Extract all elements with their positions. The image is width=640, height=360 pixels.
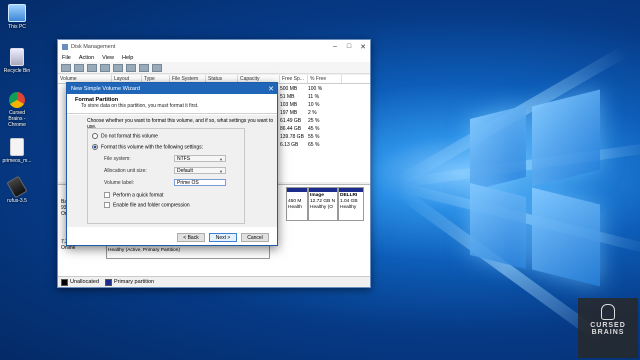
volume-label-label: Volume label: [104, 180, 135, 186]
list-item[interactable]: 86.44 GB 45 % [280, 126, 319, 133]
list-item[interactable]: 103 MB 10 % [280, 102, 319, 109]
toolbar [58, 62, 370, 74]
app-icon [62, 43, 68, 50]
col-percent-free[interactable]: % Free [308, 75, 342, 83]
allocation-size-select[interactable]: Default ▼ [174, 167, 226, 174]
wizard-title: New Simple Volume Wizard [71, 85, 141, 92]
radio-button[interactable] [92, 133, 98, 139]
list-item[interactable]: 500 MB 100 % [280, 86, 322, 93]
col-free-space[interactable]: Free Sp... [280, 75, 308, 83]
menu-file[interactable]: File [58, 55, 75, 61]
forward-icon[interactable] [74, 63, 84, 72]
quick-format-checkbox[interactable]: Perform a quick format [104, 192, 164, 198]
wizard-subheading: To store data on this partition, you mus… [81, 103, 199, 109]
minimize-button[interactable]: – [328, 43, 342, 50]
wizard-body: Choose whether you want to format this v… [67, 115, 277, 227]
help-icon[interactable] [100, 63, 110, 72]
desktop-icon-primeos[interactable]: primeos_m... [2, 138, 32, 164]
maximize-button[interactable]: □ [342, 43, 356, 50]
recycle-bin-icon [10, 48, 24, 66]
format-options-frame: Do not format this volume Format this vo… [87, 128, 245, 224]
file-system-label: File system: [104, 156, 131, 162]
computer-icon [8, 4, 26, 22]
list-item[interactable]: 6.13 GB 65 % [280, 142, 319, 149]
list-item[interactable]: 139.78 GB 55 % [280, 134, 319, 141]
close-icon[interactable]: ✕ [265, 85, 277, 93]
properties-icon[interactable] [87, 63, 97, 72]
radio-button-selected[interactable] [92, 144, 98, 150]
desktop-icon-recycle-bin[interactable]: Recycle Bin [2, 48, 32, 74]
wizard-titlebar[interactable]: New Simple Volume Wizard ✕ [67, 83, 277, 94]
partition-segment[interactable]: Image 12.72 GB N Healthy (O [308, 187, 338, 221]
desktop-icon-chrome[interactable]: Cursed Brains - Chrome [2, 92, 32, 128]
checkbox[interactable] [104, 202, 110, 208]
menu-help[interactable]: Help [118, 55, 137, 61]
partition-segment[interactable]: DELLRI 1.04 GB Healthy [338, 187, 364, 221]
settings-icon[interactable] [152, 63, 162, 72]
wizard-header: Format Partition To store data on this p… [67, 94, 277, 114]
back-icon[interactable] [61, 63, 71, 72]
unallocated-swatch [61, 278, 68, 286]
cursed-brains-logo: CURSED BRAINS [578, 298, 638, 358]
legend: Unallocated Primary partition [58, 276, 370, 287]
list-item[interactable]: 197 MB 2 % [280, 110, 317, 117]
compression-checkbox[interactable]: Enable file and folder compression [104, 202, 190, 208]
next-button[interactable]: Next > [209, 233, 237, 242]
volume-label-input[interactable]: Prime OS [174, 179, 226, 186]
window-titlebar[interactable]: Disk Management – □ ✕ [58, 40, 370, 53]
list-item[interactable]: 61.49 GB 25 % [280, 118, 319, 125]
lightbulb-icon [601, 304, 615, 320]
delete-icon[interactable] [126, 63, 136, 72]
chrome-icon [9, 92, 25, 108]
file-system-select[interactable]: NTFS ▼ [174, 155, 226, 162]
chevron-down-icon: ▼ [219, 157, 223, 162]
check-icon[interactable] [139, 63, 149, 72]
radio-format[interactable]: Format this volume with the following se… [92, 144, 203, 150]
primary-partition-swatch [105, 278, 113, 286]
close-button[interactable]: ✕ [356, 43, 370, 51]
desktop-icon-rufus[interactable]: rufus-3.5 [2, 175, 32, 204]
menu-view[interactable]: View [98, 55, 118, 61]
menu-action[interactable]: Action [75, 55, 98, 61]
cancel-button[interactable]: Cancel [241, 233, 269, 242]
partition-segment[interactable]: 450 M Health [286, 187, 308, 221]
radio-no-format[interactable]: Do not format this volume [92, 133, 158, 139]
desktop-icon-this-pc[interactable]: This PC [2, 4, 32, 30]
wizard-buttons: < Back Next > Cancel [173, 233, 269, 242]
window-title: Disk Management [71, 43, 116, 50]
refresh-icon[interactable] [113, 63, 123, 72]
new-simple-volume-wizard: New Simple Volume Wizard ✕ Format Partit… [66, 82, 278, 246]
usb-drive-icon [6, 175, 28, 199]
back-button[interactable]: < Back [177, 233, 205, 242]
list-item[interactable]: 51 MB 11 % [280, 94, 319, 101]
allocation-size-label: Allocation unit size: [104, 168, 147, 174]
file-icon [10, 138, 24, 156]
menu-bar: File Action View Help [58, 53, 370, 62]
chevron-down-icon: ▼ [219, 169, 223, 174]
checkbox[interactable] [104, 192, 110, 198]
